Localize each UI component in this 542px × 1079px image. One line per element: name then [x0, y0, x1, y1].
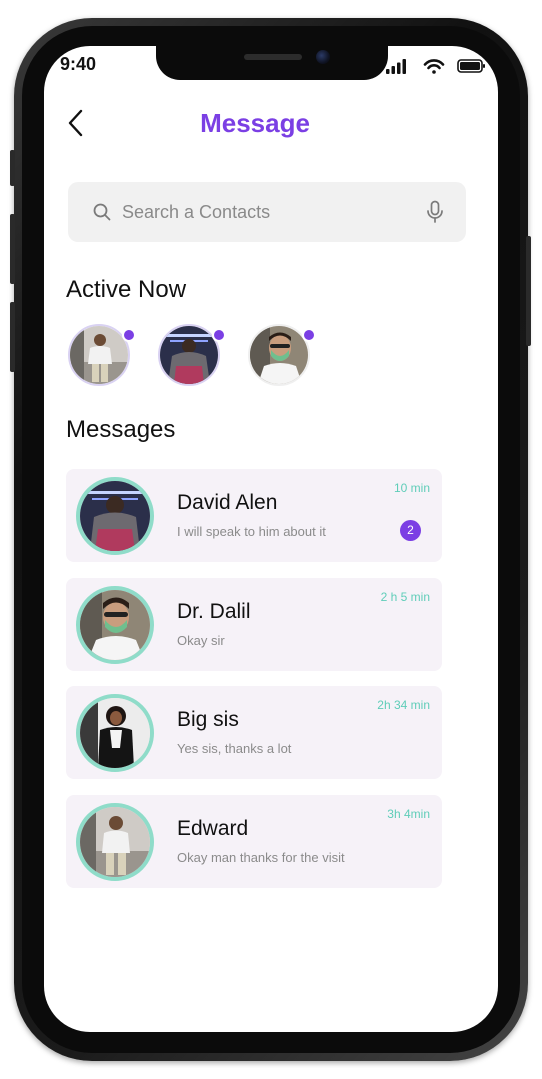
avatar [76, 586, 154, 664]
active-now-title: Active Now [66, 276, 187, 303]
conversation-item[interactable]: David Alen I will speak to him about it … [66, 469, 442, 562]
avatar [76, 803, 154, 881]
avatar [68, 324, 130, 386]
notch [156, 46, 388, 80]
message-time: 2h 34 min [377, 698, 430, 712]
volume-down-button [10, 302, 15, 372]
message-preview: Yes sis, thanks a lot [177, 741, 292, 756]
speaker [244, 54, 302, 60]
contact-name: Edward [177, 817, 249, 840]
contact-name: David Alen [177, 491, 278, 514]
conversation-item[interactable]: Edward Okay man thanks for the visit 3h … [66, 795, 442, 888]
message-preview: I will speak to him about it [177, 524, 326, 539]
signal-icon [386, 59, 406, 74]
active-contact[interactable] [68, 324, 136, 386]
wifi-icon [423, 59, 445, 74]
message-time: 3h 4min [387, 807, 430, 821]
contact-name: Big sis [177, 708, 239, 731]
unread-badge: 2 [400, 520, 421, 541]
messages-title: Messages [66, 416, 176, 443]
conversation-item[interactable]: Dr. Dalil Okay sir 2 h 5 min [66, 578, 442, 671]
search-input[interactable] [122, 196, 412, 228]
message-time: 2 h 5 min [380, 590, 430, 604]
avatar [76, 477, 154, 555]
avatar [76, 694, 154, 772]
status-time: 9:40 [60, 54, 97, 74]
online-indicator [302, 328, 316, 342]
online-indicator [122, 328, 136, 342]
avatar [248, 324, 310, 386]
conversation-item[interactable]: Big sis Yes sis, thanks a lot 2h 34 min [66, 686, 442, 779]
message-preview: Okay man thanks for the visit [177, 850, 345, 865]
microphone-icon[interactable] [426, 200, 444, 224]
status-icons [384, 56, 488, 76]
volume-up-button [10, 214, 15, 284]
search-icon [93, 203, 111, 221]
online-indicator [212, 328, 226, 342]
avatar [158, 324, 220, 386]
search-bar[interactable] [68, 182, 466, 242]
contact-name: Dr. Dalil [177, 600, 251, 623]
page-title: Message [200, 108, 310, 138]
silent-switch [10, 150, 15, 186]
message-time: 10 min [393, 481, 430, 495]
battery-icon [457, 59, 485, 73]
active-contact[interactable] [158, 324, 226, 386]
message-preview: Okay sir [177, 633, 225, 648]
power-button [526, 236, 531, 346]
active-contact[interactable] [248, 324, 316, 386]
screen: 9:40 Message Search a Contacts Active No… [44, 46, 498, 1032]
front-camera [316, 50, 330, 64]
